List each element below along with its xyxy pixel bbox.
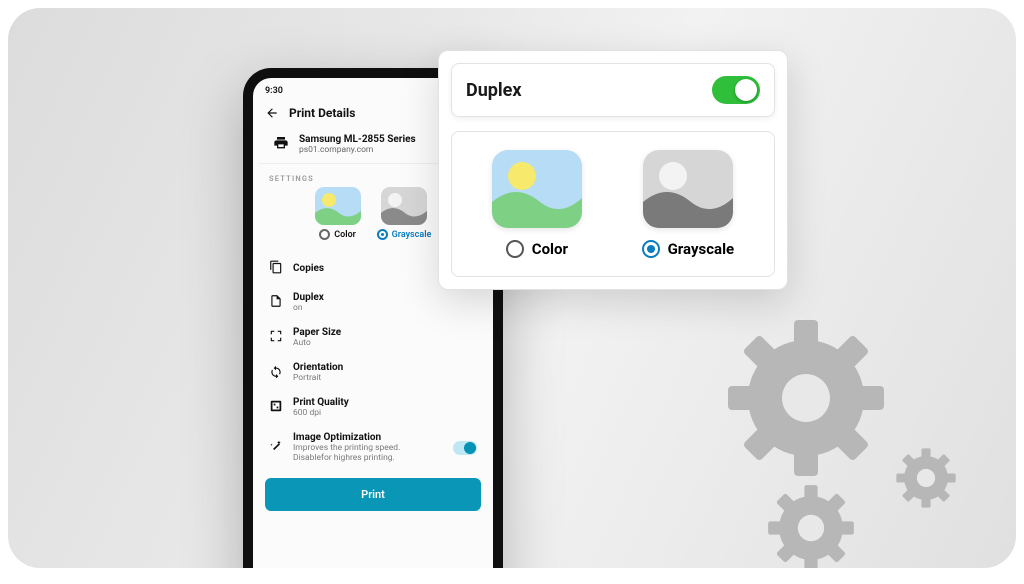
setting-row-duplex[interactable]: Duplexon — [259, 285, 487, 320]
mode-option-grayscale[interactable]: Grayscale — [377, 187, 432, 243]
panel-color-thumb-icon — [492, 150, 582, 228]
panel-grayscale-thumb-icon — [643, 150, 733, 228]
wand-icon — [269, 439, 283, 456]
image-opt-toggle[interactable] — [453, 441, 477, 455]
setting-row-paper-size[interactable]: Paper SizeAuto — [259, 320, 487, 355]
panel-option-grayscale[interactable]: Grayscale — [642, 150, 735, 262]
setting-row-print-quality[interactable]: Print Quality600 dpi — [259, 390, 487, 425]
gears-decoration — [676, 308, 976, 568]
rotate-icon — [269, 364, 283, 381]
panel-duplex-row[interactable]: Duplex — [451, 63, 775, 117]
settings-panel-popout: Duplex Color Grayscale — [438, 50, 788, 290]
panel-duplex-toggle[interactable] — [712, 76, 760, 104]
page-title: Print Details — [289, 106, 355, 120]
quality-icon — [269, 399, 283, 416]
radio-color[interactable]: Color — [319, 229, 356, 240]
printer-icon — [273, 135, 289, 154]
panel-radio-grayscale[interactable]: Grayscale — [642, 240, 735, 258]
panel-radio-color[interactable]: Color — [506, 240, 568, 258]
mode-option-color[interactable]: Color — [315, 187, 361, 243]
status-time: 9:30 — [265, 86, 283, 96]
print-button[interactable]: Print — [265, 478, 481, 511]
radio-grayscale[interactable]: Grayscale — [377, 229, 432, 240]
expand-icon — [269, 329, 283, 346]
color-thumb-icon — [315, 187, 361, 225]
printer-host: ps01.company.com — [299, 145, 416, 155]
copies-icon — [269, 260, 283, 277]
panel-color-mode-card: Color Grayscale — [451, 131, 775, 277]
panel-option-color[interactable]: Color — [492, 150, 582, 262]
panel-duplex-label: Duplex — [466, 80, 522, 101]
grayscale-thumb-icon — [381, 187, 427, 225]
printer-name: Samsung ML-2855 Series — [299, 134, 416, 145]
setting-row-orientation[interactable]: OrientationPortrait — [259, 355, 487, 390]
setting-row-image-optimization[interactable]: Image Optimization Improves the printing… — [259, 425, 487, 470]
document-icon — [269, 294, 283, 311]
back-arrow-icon[interactable] — [265, 106, 279, 120]
